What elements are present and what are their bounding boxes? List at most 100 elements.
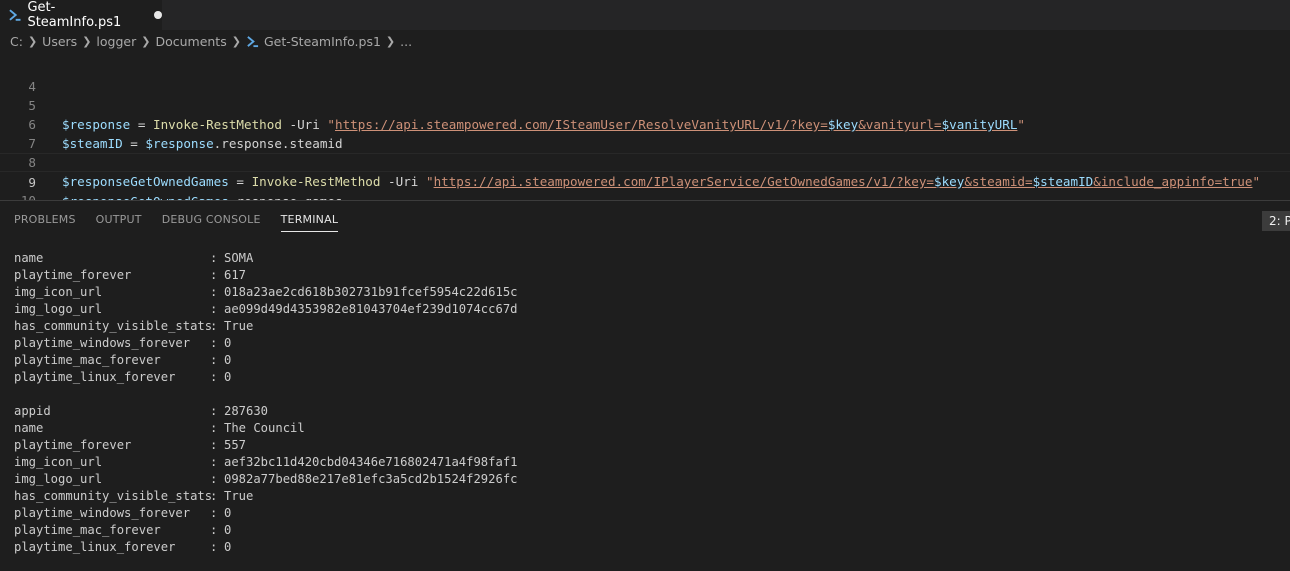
tab-label: Get-SteamInfo.ps1	[27, 0, 122, 30]
property-separator: :	[210, 251, 218, 265]
terminal-line: playtime_mac_forever:0	[14, 352, 518, 369]
terminal-line: img_logo_url:0982a77bed88e217e81efc3a5cd…	[14, 471, 518, 488]
property-separator: :	[210, 370, 218, 384]
property-separator: :	[210, 404, 218, 418]
property-value: 0	[224, 523, 232, 537]
property-value: True	[224, 489, 254, 503]
property-value: 617	[224, 268, 247, 282]
property-name: name	[14, 251, 44, 265]
property-separator: :	[210, 421, 218, 435]
powershell-icon	[9, 9, 21, 21]
property-value: 0	[224, 353, 232, 367]
chevron-right-icon: ❯	[231, 34, 241, 48]
chevron-right-icon: ❯	[385, 34, 396, 48]
property-value: 287630	[224, 404, 269, 418]
property-name: playtime_windows_forever	[14, 506, 191, 520]
property-value: 0	[224, 540, 232, 554]
property-name: playtime_mac_forever	[14, 523, 161, 537]
powershell-icon	[247, 35, 259, 47]
property-name: has_community_visible_stats	[14, 319, 213, 333]
chevron-right-icon: ❯	[27, 34, 38, 48]
property-name: playtime_forever	[14, 268, 132, 282]
terminal-line: playtime_forever:557	[14, 437, 518, 454]
property-separator: :	[210, 336, 218, 350]
chevron-right-icon: ❯	[82, 34, 92, 48]
property-name: has_community_visible_stats	[14, 489, 213, 503]
property-name: playtime_linux_forever	[14, 540, 176, 554]
code-line: 7	[0, 115, 1290, 151]
bottom-panel: PROBLEMS OUTPUT DEBUG CONSOLE TERMINAL 2…	[0, 200, 1290, 571]
terminal-line: playtime_mac_forever:0	[14, 522, 518, 539]
property-separator: :	[210, 506, 218, 520]
property-name: playtime_forever	[14, 438, 132, 452]
code-line: 10	[0, 172, 1290, 208]
property-separator: :	[210, 438, 218, 452]
property-separator: :	[210, 489, 218, 503]
code-line: 8 $responseGetOwnedGames = Invoke-RestMe…	[0, 134, 1290, 189]
tab-debug-console[interactable]: DEBUG CONSOLE	[162, 213, 261, 232]
terminal-output[interactable]: name: SOMA playtime_forever:617 img_icon_ur…	[14, 250, 518, 556]
property-value: 557	[224, 438, 247, 452]
terminal-line: playtime_forever:617	[14, 267, 518, 284]
property-name: playtime_windows_forever	[14, 336, 191, 350]
property-value: aef32bc11d420cbd04346e716802471a4f98faf1	[224, 455, 518, 469]
property-name: img_logo_url	[14, 302, 103, 316]
property-value: The Council	[224, 421, 305, 435]
panel-tabs: PROBLEMS OUTPUT DEBUG CONSOLE TERMINAL	[14, 213, 339, 232]
breadcrumb-item-file[interactable]: Get-SteamInfo.ps1	[264, 34, 381, 49]
unsaved-dot-icon[interactable]	[154, 11, 162, 19]
property-name: img_icon_url	[14, 455, 103, 469]
property-value: SOMA	[224, 251, 254, 265]
property-value: 0	[224, 336, 232, 350]
terminal-line: has_community_visible_stats: True	[14, 488, 518, 505]
editor-tab-bar: Get-SteamInfo.ps1	[0, 0, 1290, 30]
terminal-line: name: The Council	[14, 420, 518, 437]
code-line: 5 $response = Invoke-RestMethod -Uri "ht…	[0, 77, 1290, 132]
property-separator: :	[210, 353, 218, 367]
breadcrumb-item-more[interactable]: ...	[400, 34, 412, 49]
property-separator: :	[210, 285, 218, 299]
property-separator: :	[210, 540, 218, 554]
property-separator: :	[210, 302, 218, 316]
editor-tab-get-steaminfo[interactable]: Get-SteamInfo.ps1	[0, 0, 162, 30]
code-line-current: 9 $responseGetOwnedGames.response.games	[0, 153, 1290, 209]
property-name: playtime_mac_forever	[14, 353, 161, 367]
tab-output[interactable]: OUTPUT	[96, 213, 142, 232]
terminal-line: playtime_windows_forever:0	[14, 335, 518, 352]
code-editor[interactable]: 4 5 $response = Invoke-RestMethod -Uri "…	[0, 56, 1290, 209]
property-value: 0982a77bed88e217e81efc3a5cd2b1524f2926fc	[224, 472, 518, 486]
terminal-line: appid:287630	[14, 403, 518, 420]
tab-terminal[interactable]: TERMINAL	[280, 213, 339, 232]
breadcrumb-item-drive[interactable]: C:	[10, 34, 23, 49]
property-value: ae099d49d4353982e81043704ef239d1074cc67d	[224, 302, 518, 316]
terminal-line: has_community_visible_stats: True	[14, 318, 518, 335]
property-value: 0	[224, 506, 232, 520]
tab-problems[interactable]: PROBLEMS	[14, 213, 76, 232]
property-separator: :	[210, 472, 218, 486]
property-value: True	[224, 319, 254, 333]
property-name: img_icon_url	[14, 285, 103, 299]
terminal-selector-dropdown[interactable]: 2: Po	[1262, 211, 1290, 231]
property-separator: :	[210, 319, 218, 333]
terminal-line: playtime_linux_forever:0	[14, 539, 518, 556]
property-value: 0	[224, 370, 232, 384]
property-name: name	[14, 421, 44, 435]
terminal-line: name: SOMA	[14, 250, 518, 267]
terminal-line: playtime_linux_forever:0	[14, 369, 518, 386]
breadcrumb-item-logger[interactable]: logger	[96, 34, 136, 49]
property-value: 018a23ae2cd618b302731b91fcef5954c22d615c	[224, 285, 518, 299]
code-line: 4	[0, 58, 1290, 94]
code-line: 6 $steamID = $response.response.steamid	[0, 96, 1290, 151]
terminal-line: img_logo_url: ae099d49d4353982e81043704ef…	[14, 301, 518, 318]
property-separator: :	[210, 268, 218, 282]
chevron-right-icon: ❯	[141, 34, 151, 48]
breadcrumb-item-users[interactable]: Users	[42, 34, 77, 49]
breadcrumb: C: ❯ Users ❯ logger ❯ Documents ❯ Get-St…	[0, 30, 1290, 52]
property-name: playtime_linux_forever	[14, 370, 176, 384]
breadcrumb-item-documents[interactable]: Documents	[155, 34, 226, 49]
terminal-line: img_icon_url:018a23ae2cd618b302731b91fce…	[14, 284, 518, 301]
property-separator: :	[210, 455, 218, 469]
terminal-line: playtime_windows_forever:0	[14, 505, 518, 522]
terminal-line: img_icon_url: aef32bc11d420cbd04346e71680…	[14, 454, 518, 471]
